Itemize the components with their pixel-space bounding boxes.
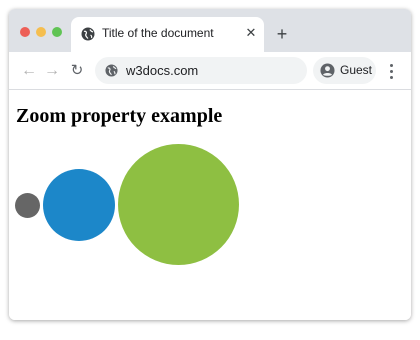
large-circle xyxy=(118,144,239,265)
globe-icon xyxy=(105,64,118,77)
new-tab-button[interactable]: + xyxy=(272,24,292,44)
tab-strip: Title of the document ✕ + xyxy=(9,9,411,52)
back-button[interactable]: ← xyxy=(19,61,39,81)
address-bar[interactable]: w3docs.com xyxy=(95,57,307,84)
tab-close-button[interactable]: ✕ xyxy=(243,23,259,43)
url-text: w3docs.com xyxy=(126,63,199,78)
medium-circle xyxy=(43,169,115,241)
close-window-button[interactable] xyxy=(20,27,30,37)
person-icon xyxy=(320,63,335,78)
profile-button[interactable]: Guest xyxy=(313,57,376,84)
globe-icon xyxy=(81,27,95,41)
page-heading: Zoom property example xyxy=(16,105,223,127)
browser-window: Title of the document ✕ + ← → ↻ w3docs.c… xyxy=(9,9,411,320)
browser-toolbar: ← → ↻ w3docs.com Guest xyxy=(9,52,411,90)
minimize-window-button[interactable] xyxy=(36,27,46,37)
maximize-window-button[interactable] xyxy=(52,27,62,37)
page-content: Zoom property example xyxy=(9,90,411,320)
tab-active[interactable]: Title of the document ✕ xyxy=(71,17,264,52)
small-circle xyxy=(15,193,40,218)
tab-title: Title of the document xyxy=(102,26,214,40)
forward-button[interactable]: → xyxy=(42,61,62,81)
reload-button[interactable]: ↻ xyxy=(67,61,87,81)
profile-label: Guest xyxy=(340,63,373,77)
vertical-dots-icon[interactable] xyxy=(387,61,397,81)
